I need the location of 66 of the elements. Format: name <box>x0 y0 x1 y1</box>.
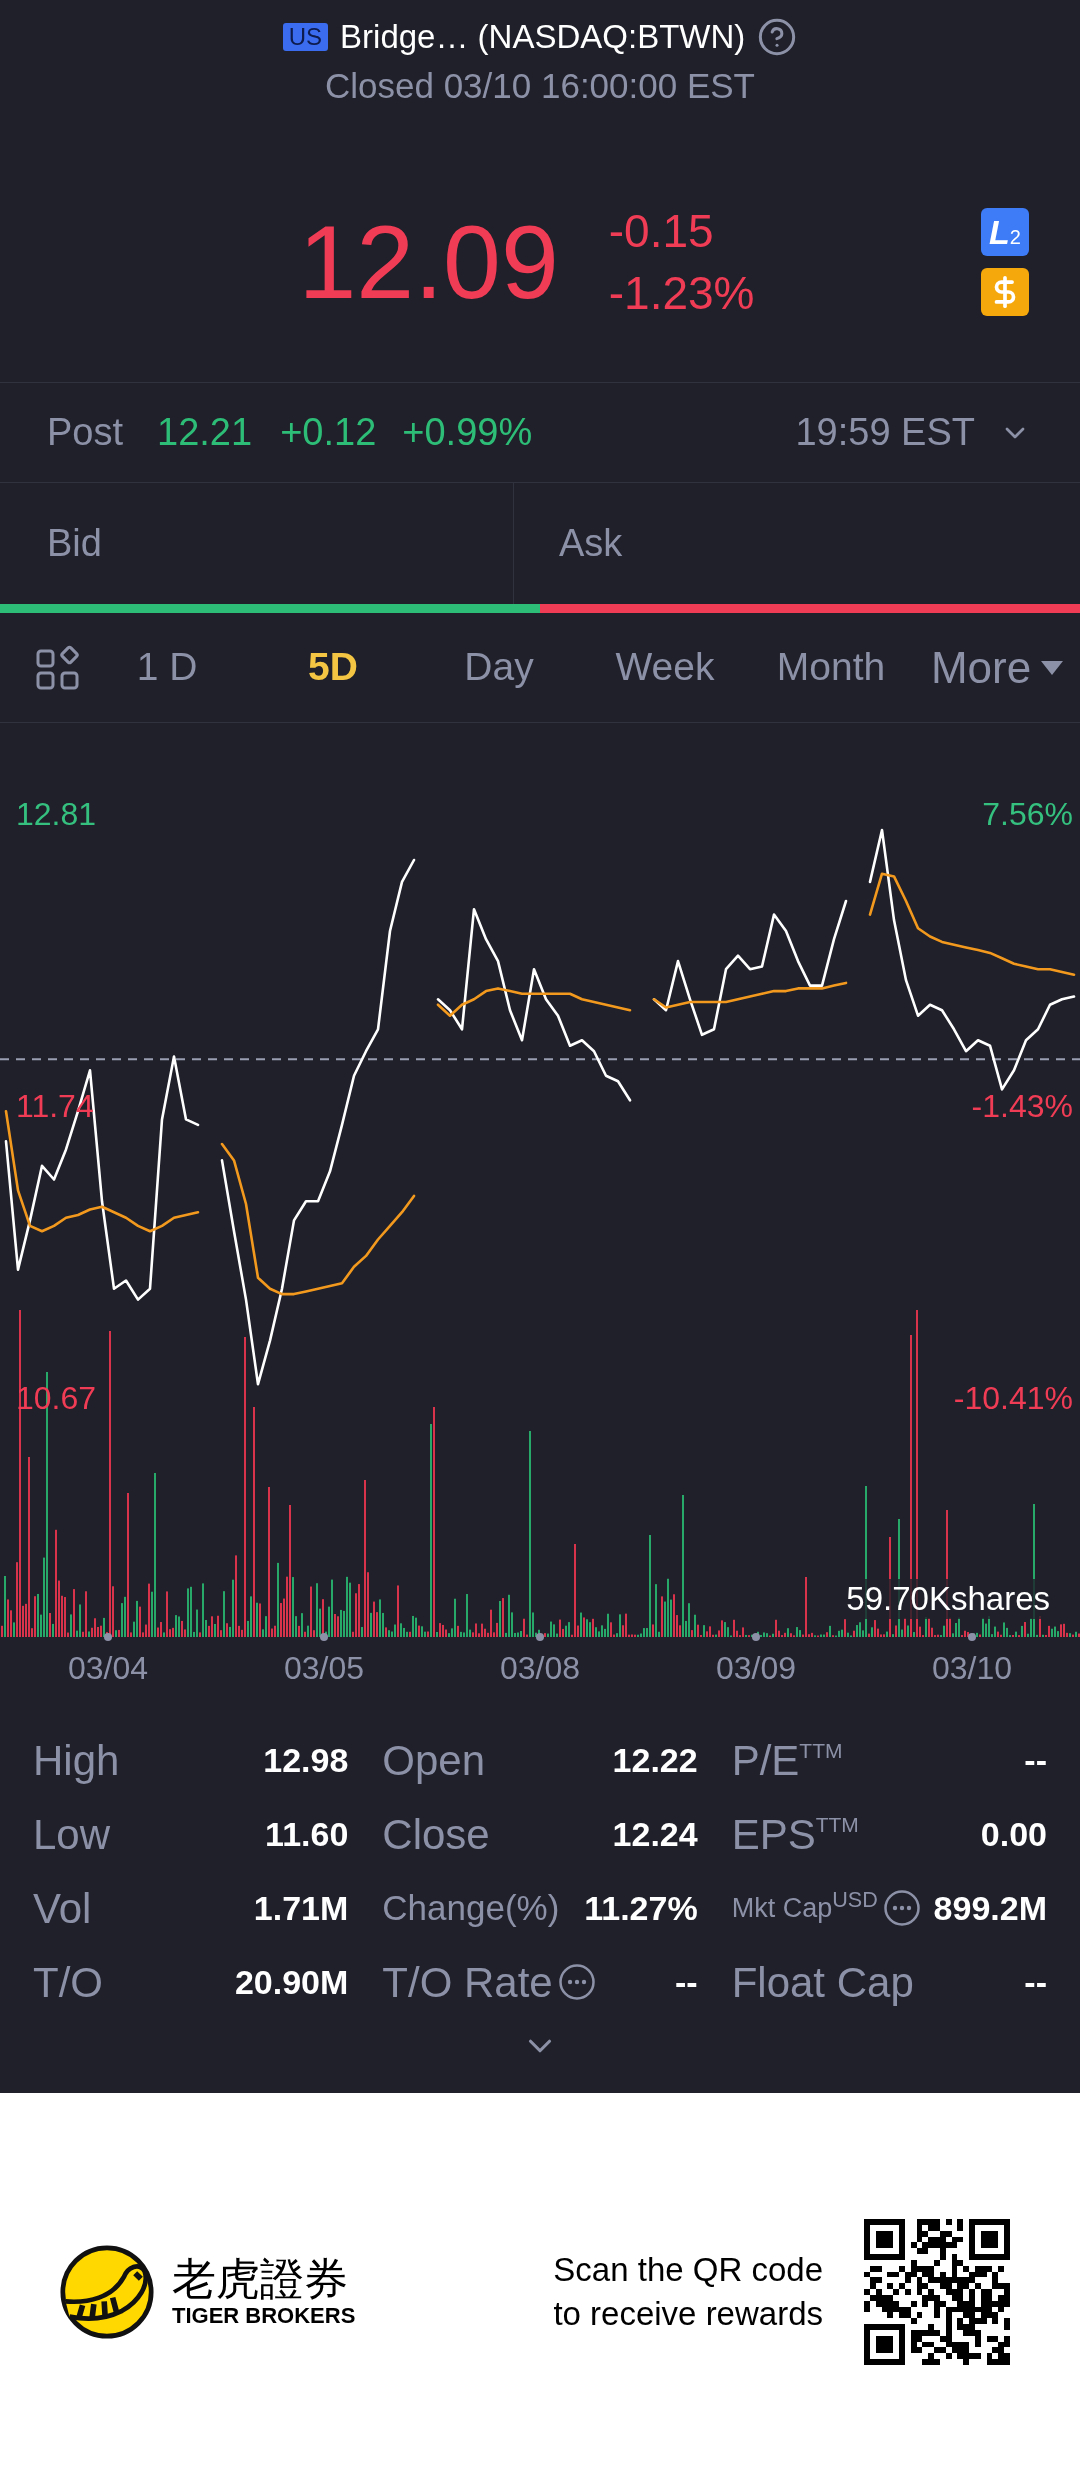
stat-label: Float Cap <box>731 1957 914 2008</box>
date-axis-label: 03/05 <box>283 1650 365 1686</box>
stat-value: 11.27% <box>584 1887 698 1929</box>
date-axis-label: 03/04 <box>67 1650 149 1686</box>
stat-label: Close <box>382 1809 490 1860</box>
stat-label: Low <box>33 1809 111 1860</box>
qr-prompt-text: Scan the QR code to receive rewards <box>552 2249 823 2334</box>
post-market-label: Post <box>47 410 124 455</box>
stat-label: T/O <box>33 1957 103 2008</box>
percent-change: -1.23% <box>608 266 755 321</box>
stat-value: 899.2M <box>933 1887 1047 1929</box>
last-price: 12.09 <box>298 210 559 314</box>
logo-icon <box>60 2244 154 2339</box>
ellipsis-circle-icon[interactable] <box>883 1890 920 1926</box>
date-axis-label: 03/10 <box>931 1650 1013 1686</box>
stat-value: -- <box>675 1961 698 2003</box>
grid-icon[interactable] <box>36 645 81 690</box>
brand-name: 老虎證券 <box>172 2254 349 2303</box>
tick-mark-icon <box>968 1633 976 1641</box>
market-badge: US <box>282 23 329 51</box>
post-market-change: +0.12 <box>280 410 377 455</box>
stat-value: 11.60 <box>265 1813 349 1855</box>
tick-mark-icon <box>752 1633 760 1641</box>
period-tab[interactable]: Month <box>748 638 914 697</box>
stat-value: 12.24 <box>612 1813 698 1855</box>
stat-value: -- <box>1024 1961 1047 2003</box>
stock-title: Bridge… (NASDAQ:BTWN) <box>340 17 746 58</box>
caret-down-icon <box>1041 660 1064 675</box>
percent-axis-label: -10.41% <box>953 1379 1073 1416</box>
tick-mark-icon <box>536 1633 544 1641</box>
post-market-time: 19:59 EST <box>795 410 975 455</box>
market-status: Closed 03/10 16:00:00 EST <box>325 64 755 107</box>
stat-label: T/O Rate <box>382 1957 553 2008</box>
date-axis-label: 03/09 <box>715 1650 797 1686</box>
stat-value: 12.98 <box>263 1739 349 1781</box>
period-tab[interactable]: Day <box>416 638 582 697</box>
bid-label: Bid <box>47 521 102 566</box>
stat-value: -- <box>1024 1739 1047 1781</box>
period-tab[interactable]: 1 D <box>84 638 250 697</box>
stat-value: 12.22 <box>612 1739 698 1781</box>
ask-label: Ask <box>559 521 623 566</box>
stat-label: High <box>33 1735 120 1786</box>
tick-mark-icon <box>320 1633 328 1641</box>
date-axis-label: 03/08 <box>499 1650 581 1686</box>
brand-subtitle: TIGER BROKERS <box>172 2302 356 2329</box>
stat-label: Vol <box>33 1883 92 1934</box>
stat-label: EPS$^{TTM}$ <box>731 1809 859 1860</box>
post-market-percent: +0.99% <box>402 410 533 455</box>
period-tab[interactable]: Week <box>582 638 748 697</box>
percent-axis-label: 7.56% <box>982 795 1073 832</box>
price-change: -0.15 <box>608 204 715 259</box>
stat-value: 0.00 <box>980 1813 1047 1855</box>
more-menu-button[interactable]: More <box>914 634 1080 701</box>
post-market-price: 12.21 <box>157 410 253 455</box>
stat-value: 20.90M <box>234 1961 349 2003</box>
stat-label: Change(%) <box>382 1886 560 1929</box>
period-tab[interactable]: 5D <box>250 638 416 697</box>
stat-label: Mkt Cap$^{USD}$ <box>731 1887 878 1925</box>
stat-label: Open <box>382 1735 486 1786</box>
stat-value: 1.71M <box>253 1887 349 1929</box>
help-icon[interactable] <box>757 17 798 57</box>
stat-label: P/E$^{TTM}$ <box>731 1735 843 1786</box>
price-axis-label: 12.81 <box>16 795 97 832</box>
tick-mark-icon <box>104 1633 112 1641</box>
ellipsis-circle-icon[interactable] <box>558 1964 595 2000</box>
percent-axis-label: -1.43% <box>971 1087 1073 1124</box>
